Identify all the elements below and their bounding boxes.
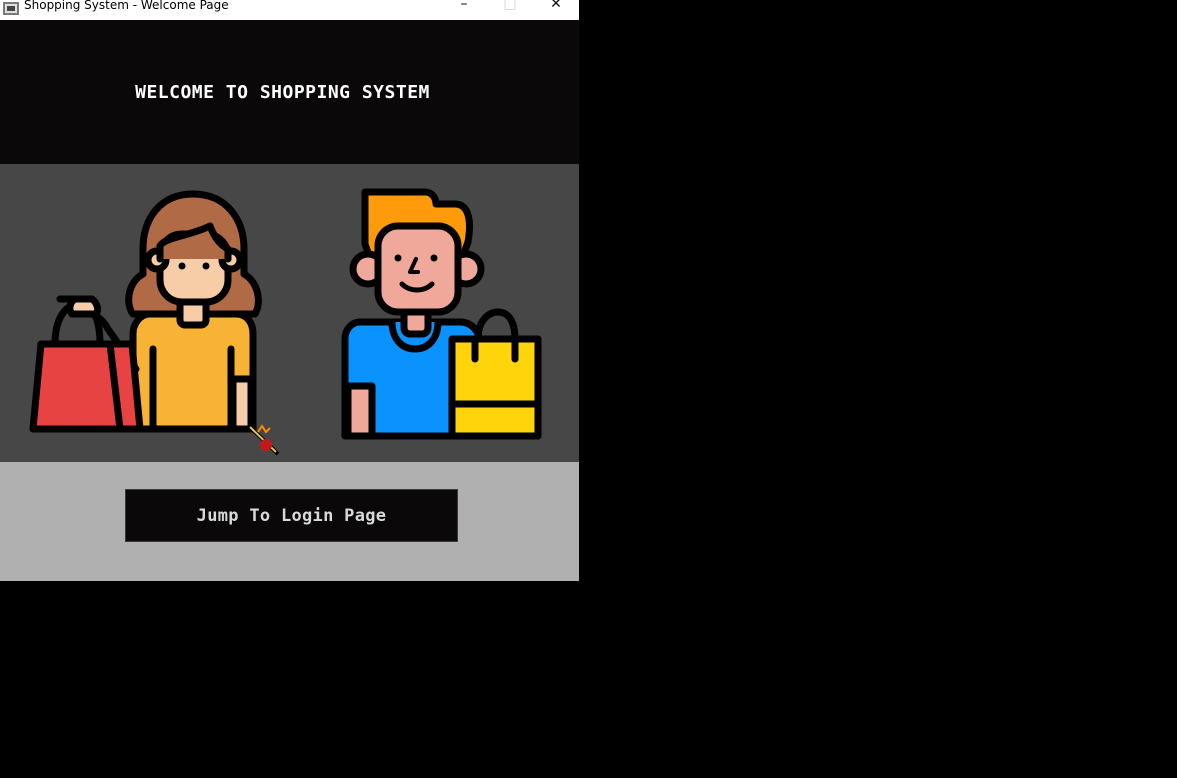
close-icon: ✕ (550, 0, 562, 12)
jump-to-login-button[interactable]: Jump To Login Page (125, 489, 458, 542)
minimize-icon: – (460, 0, 468, 12)
maximize-button[interactable]: □ (487, 0, 533, 14)
close-button[interactable]: ✕ (533, 0, 579, 14)
hero-illustration (0, 164, 579, 462)
welcome-header: WELCOME TO SHOPPING SYSTEM (0, 20, 579, 164)
red-shopping-bag-icon (29, 295, 144, 433)
shoppers-illustration (29, 188, 542, 456)
title-bar[interactable]: Shopping System - Welcome Page – □ ✕ (0, 0, 579, 20)
window-title: Shopping System - Welcome Page (24, 0, 229, 12)
footer-panel: Jump To Login Page (0, 462, 579, 581)
app-window: Shopping System - Welcome Page – □ ✕ WEL… (0, 0, 579, 581)
page-title: WELCOME TO SHOPPING SYSTEM (135, 81, 430, 103)
maximize-icon: □ (503, 0, 517, 12)
minimize-button[interactable]: – (441, 0, 487, 14)
busy-cursor-icon (248, 424, 280, 456)
app-icon (3, 0, 19, 15)
